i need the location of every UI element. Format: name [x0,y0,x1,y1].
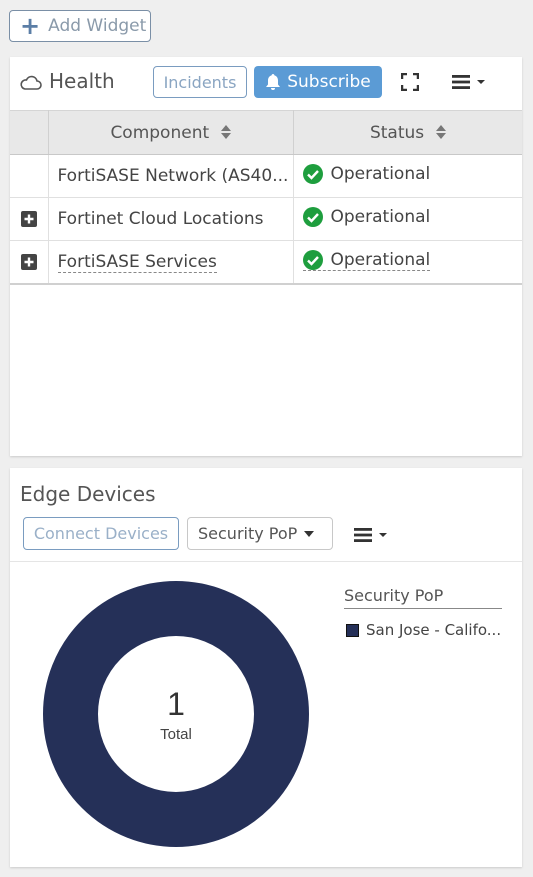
status-cell: Operational [293,240,522,285]
sort-icon[interactable] [220,124,231,139]
table-row[interactable]: Fortinet Cloud Locations Operational [10,197,522,241]
status-header-label: Status [369,122,425,143]
legend-label: San Jose - Califo... [366,621,502,639]
hamburger-menu-icon[interactable] [451,73,491,91]
donut-total-value: 1 [167,686,185,722]
status-text: Operational [330,163,431,184]
cloud-icon [20,75,42,90]
subscribe-button[interactable]: Subscribe [254,66,382,98]
check-circle-icon [302,163,323,184]
divider [10,561,522,562]
component-cell: Fortinet Cloud Locations [48,197,294,241]
legend-swatch [346,623,359,637]
group-by-select[interactable]: Security PoP [187,517,333,550]
table-row[interactable]: FortiSASE Network (AS40... Operational [10,154,522,198]
subscribe-label: Subscribe [287,72,371,92]
component-cell: FortiSASE Services [48,240,294,285]
connect-devices-button[interactable]: Connect Devices [23,517,179,550]
edge-title: Edge Devices [20,482,156,506]
table-row[interactable]: FortiSASE Services Operational [10,240,522,285]
expand-cell [10,197,49,241]
expand-plus-icon[interactable] [20,254,37,270]
expand-plus-icon[interactable] [20,211,37,227]
expand-cell [10,154,49,198]
fullscreen-icon[interactable] [401,73,419,91]
donut-chart: 1 Total [43,581,309,847]
group-by-value: Security PoP [198,524,298,543]
bell-icon [266,74,281,90]
health-header: Health Incidents Subscribe [10,57,522,109]
component-column-header[interactable]: Component [48,110,294,155]
incidents-button[interactable]: Incidents [153,66,247,98]
health-widget: Health Incidents Subscribe Component Sta… [10,57,522,456]
add-widget-label: Add Widget [48,16,147,36]
plus-icon: + [20,12,41,40]
legend-item[interactable]: San Jose - Califo... [346,621,506,639]
chevron-down-icon [304,530,315,537]
table-header-row: Component Status [10,110,522,155]
component-cell: FortiSASE Network (AS40... [48,154,294,198]
expand-column-header [10,110,49,155]
health-table: Component Status FortiSASE Network (AS40… [10,110,522,285]
health-title: Health [49,69,115,93]
component-link[interactable]: FortiSASE Services [57,252,217,273]
status-cell: Operational [293,154,522,198]
sort-icon[interactable] [435,124,446,139]
component-header-label: Component [110,122,210,143]
donut-total-label: Total [160,726,192,743]
status-text[interactable]: Operational [331,250,431,270]
check-circle-icon [302,206,323,227]
status-text: Operational [330,206,431,227]
add-widget-button[interactable]: + Add Widget [9,10,151,42]
legend-title: Security PoP [344,586,502,609]
check-circle-icon [302,249,323,270]
expand-cell [10,240,49,285]
status-cell: Operational [293,197,522,241]
hamburger-menu-icon[interactable] [353,526,393,544]
edge-devices-widget: Edge Devices Connect Devices Security Po… [10,468,522,867]
status-column-header[interactable]: Status [293,110,522,155]
